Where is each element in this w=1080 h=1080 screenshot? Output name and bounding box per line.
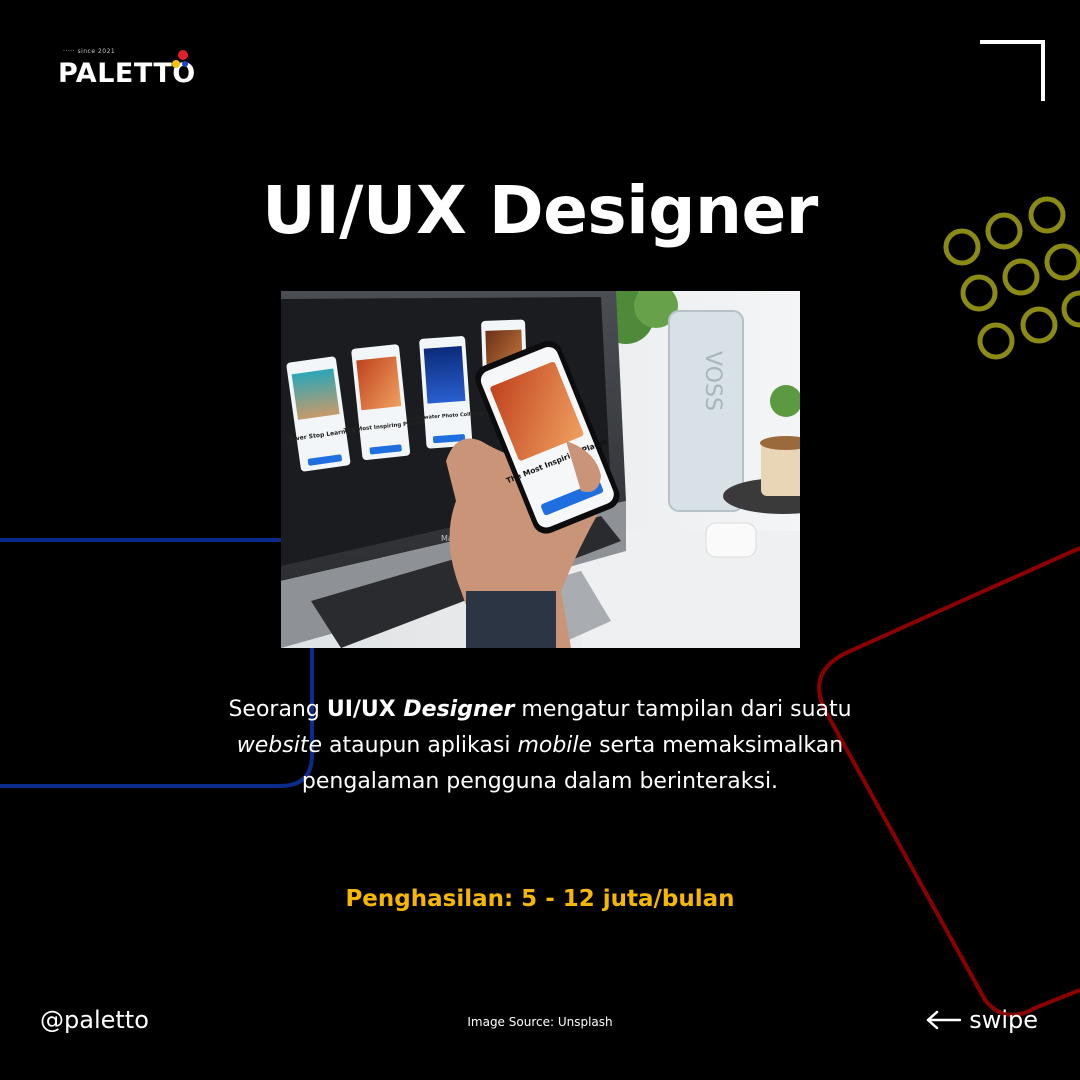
desc-bold-uiux: UI/UX — [326, 697, 404, 722]
desc-text-1: Seorang — [228, 697, 327, 722]
corner-bracket — [980, 40, 1045, 101]
arrow-left-icon — [926, 1010, 962, 1030]
desc-italic-mobile: mobile — [517, 733, 593, 758]
image-source: Image Source: Unsplash — [467, 1015, 613, 1029]
desc-text-2: mengatur tampilan dari suatu — [514, 697, 852, 722]
desc-bold-italic-designer: Designer — [403, 697, 515, 722]
water-bottle: VOSS — [668, 310, 744, 512]
svg-text:VOSS: VOSS — [700, 351, 725, 411]
desc-text-3: ataupun aplikasi — [322, 733, 518, 758]
paletto-logo: ····· since 2021 PALETTO — [58, 48, 198, 90]
hero-photo: VOSS MacBook Pro Never Stop Learning The… — [281, 291, 800, 648]
swipe-label: swipe — [969, 1006, 1038, 1034]
page-title: UI/UX Designer — [262, 172, 818, 249]
logo-tagline: ····· since 2021 — [63, 48, 116, 55]
desc-italic-website: website — [236, 733, 322, 758]
job-description: Seorang UI/UX Designer mengatur tampilan… — [200, 692, 880, 800]
swipe-hint[interactable]: swipe — [925, 1006, 1038, 1034]
logo-dot-yellow — [172, 60, 180, 68]
logo-dot-red — [178, 50, 188, 60]
logo-dot-blue — [182, 61, 188, 67]
income-text: Penghasilan: 5 - 12 juta/bulan — [345, 886, 735, 912]
